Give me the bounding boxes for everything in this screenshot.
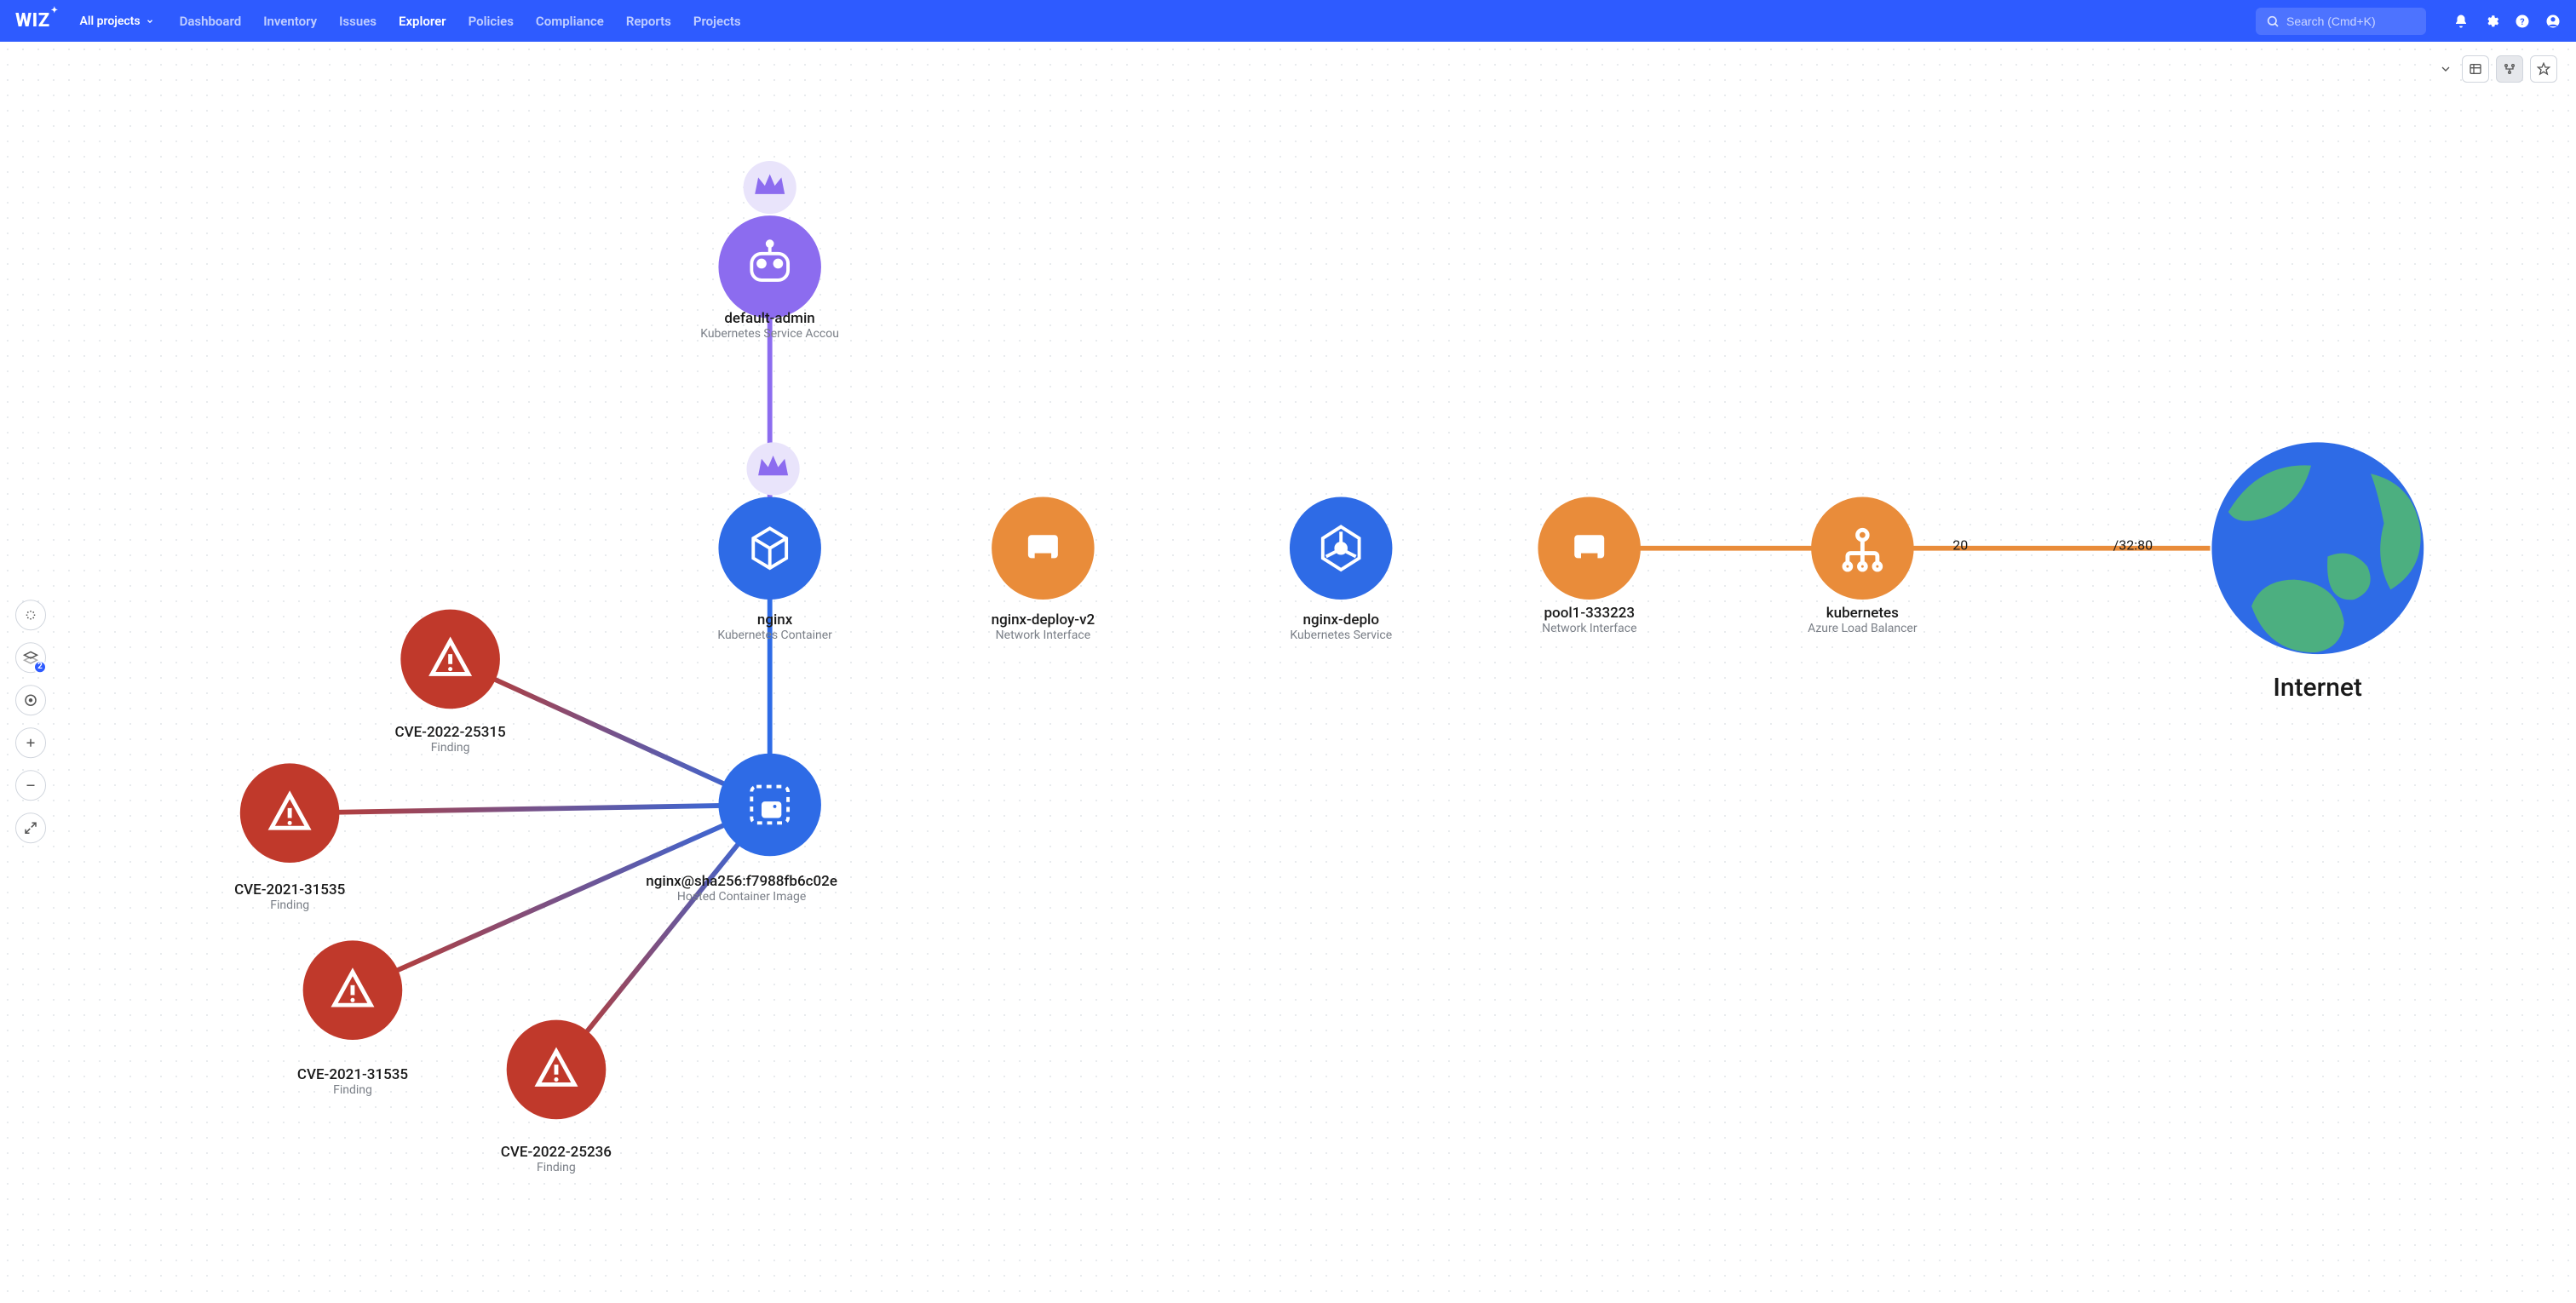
graph-nodes (240, 161, 2424, 1119)
project-picker[interactable]: All projects (80, 14, 154, 28)
nav-policies[interactable]: Policies (469, 14, 514, 29)
node-container-image[interactable] (718, 754, 820, 856)
nav-dashboard[interactable]: Dashboard (180, 14, 242, 29)
node-netif-1[interactable] (992, 497, 1094, 599)
crown-badge-icon (744, 161, 796, 214)
svg-text:?: ? (2520, 15, 2524, 26)
help-icon[interactable]: ? (2515, 14, 2530, 29)
search-input[interactable] (2286, 14, 2397, 28)
nav-compliance[interactable]: Compliance (536, 14, 604, 29)
node-load-balancer[interactable] (1811, 497, 1913, 599)
graph-edges (290, 300, 2210, 1070)
node-cve-2[interactable] (240, 763, 340, 863)
graph-svg (0, 42, 2576, 1303)
node-cve-4[interactable] (507, 1020, 607, 1120)
bell-icon[interactable] (2453, 14, 2469, 29)
node-netif-2[interactable] (1538, 497, 1640, 599)
nav-projects[interactable]: Projects (693, 14, 741, 29)
nav-issues[interactable]: Issues (339, 14, 377, 29)
nav-explorer[interactable]: Explorer (399, 14, 446, 29)
search-icon (2266, 14, 2280, 28)
graph-canvas[interactable]: 2 (0, 42, 2576, 1303)
search-box[interactable] (2256, 8, 2426, 35)
nav-items: Dashboard Inventory Issues Explorer Poli… (180, 14, 741, 29)
node-nginx-container[interactable] (718, 442, 820, 600)
chevron-down-icon (146, 17, 154, 26)
brand-logo: WIZ✦ (15, 10, 63, 32)
node-internet[interactable] (2211, 442, 2424, 654)
gear-icon[interactable] (2484, 14, 2499, 29)
node-k8s-service[interactable] (1290, 497, 1392, 599)
crown-badge-icon (746, 442, 799, 495)
nav-reports[interactable]: Reports (626, 14, 671, 29)
top-nav: WIZ✦ All projects Dashboard Inventory Is… (0, 0, 2576, 42)
node-cve-3[interactable] (303, 940, 403, 1040)
node-cve-1[interactable] (400, 610, 500, 709)
user-icon[interactable] (2545, 14, 2561, 29)
node-service-account[interactable] (718, 161, 820, 319)
nav-inventory[interactable]: Inventory (263, 14, 317, 29)
top-right-icons: ? (2453, 14, 2561, 29)
sparkle-icon: ✦ (51, 6, 59, 15)
